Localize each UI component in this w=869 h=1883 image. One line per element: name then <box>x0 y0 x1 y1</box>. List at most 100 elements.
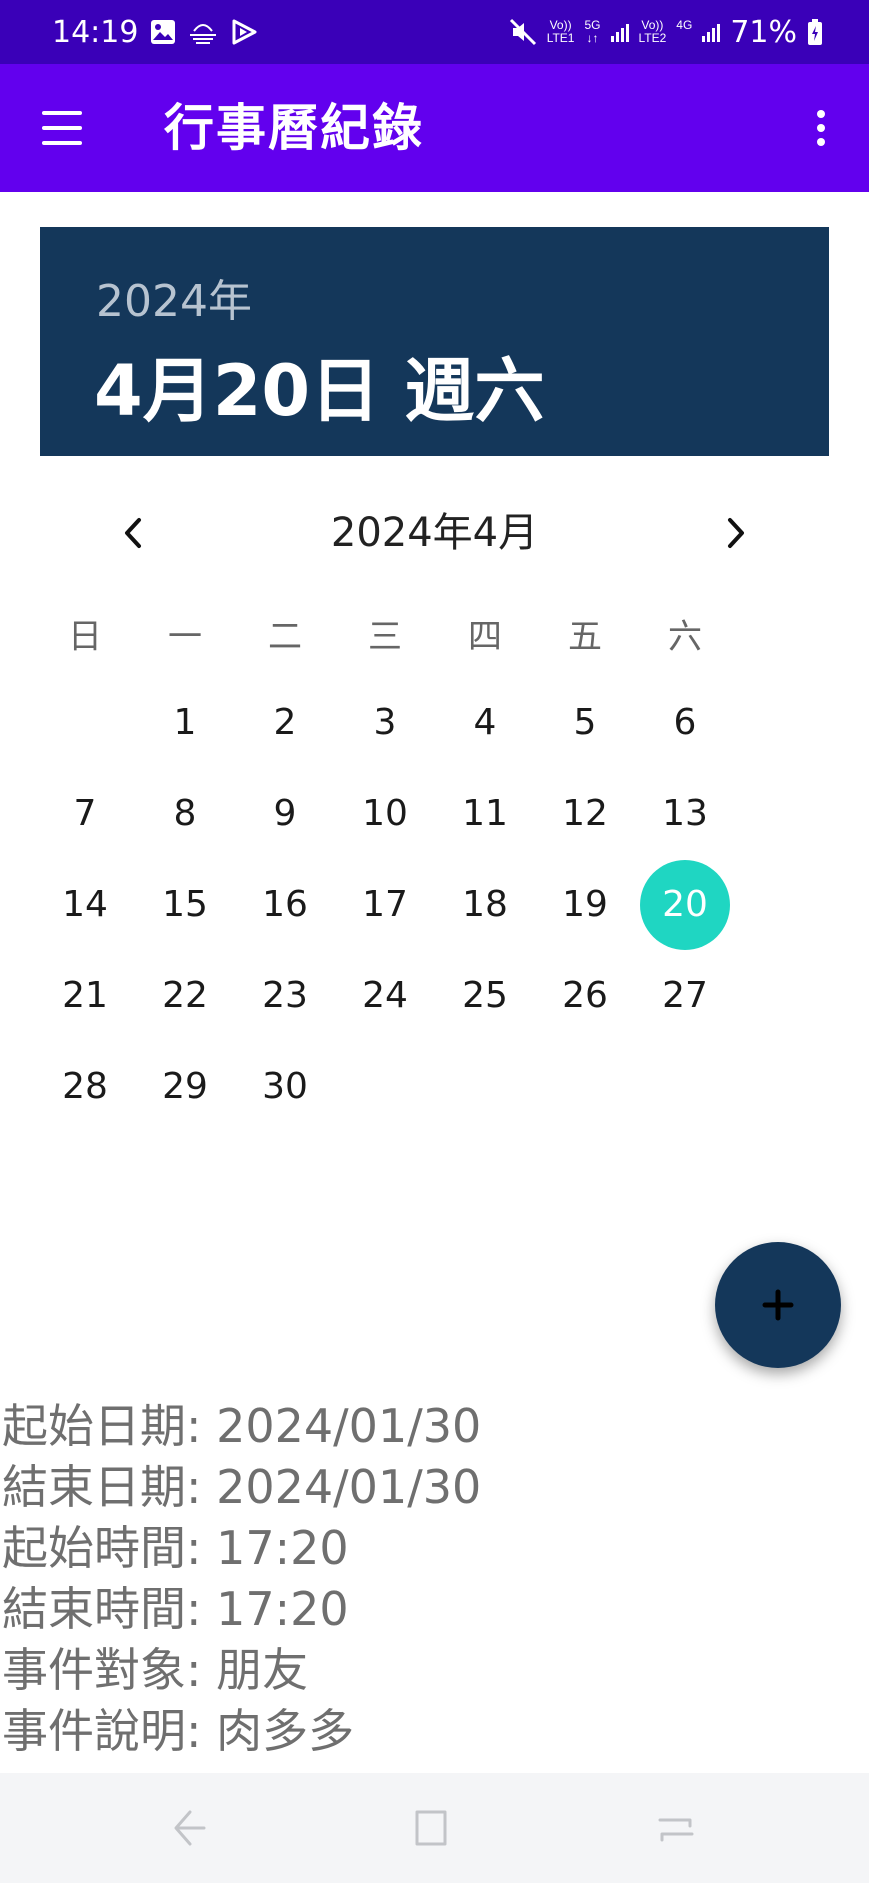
day-number: 26 <box>562 975 608 1016</box>
day-cell[interactable]: 29 <box>135 1041 235 1132</box>
day-cell[interactable]: 11 <box>435 768 535 859</box>
plus-icon <box>762 1289 794 1321</box>
day-cell[interactable]: 16 <box>235 859 335 950</box>
day-cell[interactable]: 15 <box>135 859 235 950</box>
day-cell[interactable]: 23 <box>235 950 335 1041</box>
day-cell[interactable]: 24 <box>335 950 435 1041</box>
day-number: 4 <box>473 702 497 743</box>
day-cell[interactable]: 4 <box>435 677 535 768</box>
end-time-line: 結束時間: 17:20 <box>2 1582 349 1636</box>
day-number: 28 <box>62 1066 108 1107</box>
sim2-network-label: 4G <box>676 18 693 32</box>
selected-day-cell[interactable]: 20 <box>635 859 735 950</box>
event-description-line: 事件說明: 肉多多 <box>2 1704 355 1758</box>
sim2-network: 4G <box>676 19 692 45</box>
day-cell[interactable]: 10 <box>335 768 435 859</box>
weekday-label: 四 <box>468 617 502 657</box>
day-number: 2 <box>273 702 297 743</box>
day-cell[interactable]: 3 <box>335 677 435 768</box>
sim1-network: 5G ↓↑ <box>584 19 600 45</box>
day-cell[interactable]: 30 <box>235 1041 335 1132</box>
day-number: 17 <box>362 884 408 925</box>
weekday-header: 日一二三四五六 <box>35 604 835 670</box>
day-cell[interactable]: 14 <box>35 859 135 950</box>
day-number: 25 <box>462 975 508 1016</box>
weekday-label: 五 <box>568 617 602 657</box>
day-cell[interactable]: 19 <box>535 859 635 950</box>
play-store-icon <box>230 19 258 45</box>
battery-percent: 71% <box>730 14 797 50</box>
day-cell[interactable]: 12 <box>535 768 635 859</box>
day-number: 15 <box>162 884 208 925</box>
day-number: 14 <box>62 884 108 925</box>
day-number: 23 <box>262 975 308 1016</box>
day-number: 13 <box>662 793 708 834</box>
day-number: 27 <box>662 975 708 1016</box>
day-number: 11 <box>462 793 508 834</box>
app-bar: 行事曆紀錄 <box>0 64 869 192</box>
day-cell[interactable]: 6 <box>635 677 735 768</box>
signal-icon <box>610 22 629 42</box>
recents-icon[interactable] <box>646 1798 706 1858</box>
sim1-volte: Vo)) LTE1 <box>547 19 575 45</box>
sim2-label-bottom: LTE2 <box>638 31 667 45</box>
day-cell[interactable]: 18 <box>435 859 535 950</box>
date-header: 2024年 4月20日 週六 <box>40 227 829 456</box>
day-number: 3 <box>373 702 397 743</box>
day-cell[interactable]: 1 <box>135 677 235 768</box>
day-cell[interactable]: 8 <box>135 768 235 859</box>
day-number: 21 <box>62 975 108 1016</box>
day-number: 30 <box>262 1066 308 1107</box>
day-cell[interactable]: 25 <box>435 950 535 1041</box>
month-title: 2024年4月 <box>330 510 539 556</box>
day-number: 19 <box>562 884 608 925</box>
day-cell[interactable]: 21 <box>35 950 135 1041</box>
day-number: 16 <box>262 884 308 925</box>
gallery-icon <box>150 19 176 45</box>
more-vert-icon[interactable] <box>801 104 841 152</box>
day-number: 5 <box>573 702 597 743</box>
status-left: 14:19 <box>52 0 258 64</box>
weekday-label: 日 <box>68 617 102 657</box>
sim1-label-bottom: LTE1 <box>546 31 575 45</box>
data-arrows-icon: ↓↑ <box>586 31 599 45</box>
app-title: 行事曆紀錄 <box>164 99 424 157</box>
day-number: 6 <box>673 702 697 743</box>
day-number: 9 <box>273 793 297 834</box>
back-icon[interactable] <box>158 1798 218 1858</box>
battery-charging-icon <box>807 18 823 46</box>
day-number: 29 <box>162 1066 208 1107</box>
home-icon[interactable] <box>401 1798 461 1858</box>
day-cell[interactable]: 13 <box>635 768 735 859</box>
add-event-button[interactable] <box>715 1242 841 1368</box>
mute-icon <box>509 18 537 46</box>
day-cell[interactable]: 17 <box>335 859 435 950</box>
day-cell[interactable]: 9 <box>235 768 335 859</box>
day-number: 10 <box>362 793 408 834</box>
day-cell[interactable]: 27 <box>635 950 735 1041</box>
chevron-right-icon[interactable] <box>703 500 769 566</box>
weekday-label: 一 <box>168 617 202 657</box>
day-number: 20 <box>662 884 708 925</box>
header-date[interactable]: 4月20日 週六 <box>94 335 545 436</box>
day-cell[interactable]: 22 <box>135 950 235 1041</box>
day-number: 8 <box>173 793 197 834</box>
empty-day-cell <box>35 677 135 768</box>
day-number: 1 <box>173 702 197 743</box>
calendar-day-grid: 1 2 3 4 5 6 7 8 9 10 11 12 13 14 15 16 17 18 19 20 21 22 23 24 2… <box>35 677 835 1132</box>
day-number: 24 <box>362 975 408 1016</box>
signal-icon <box>702 22 721 42</box>
header-year[interactable]: 2024年 <box>96 265 252 329</box>
start-date-line: 起始日期: 2024/01/30 <box>2 1399 482 1453</box>
system-nav-bar <box>0 1773 869 1883</box>
hamburger-menu-icon[interactable] <box>38 102 90 154</box>
day-cell[interactable]: 5 <box>535 677 635 768</box>
end-date-line: 結束日期: 2024/01/30 <box>2 1460 482 1514</box>
day-cell[interactable]: 28 <box>35 1041 135 1132</box>
day-cell[interactable]: 26 <box>535 950 635 1041</box>
status-right: Vo)) LTE1 5G ↓↑ Vo)) LTE2 4G 71% <box>509 0 823 64</box>
day-cell[interactable]: 7 <box>35 768 135 859</box>
day-cell[interactable]: 2 <box>235 677 335 768</box>
calendar-month-nav: 2024年4月 <box>100 500 769 566</box>
sim2-volte: Vo)) LTE2 <box>639 19 667 45</box>
